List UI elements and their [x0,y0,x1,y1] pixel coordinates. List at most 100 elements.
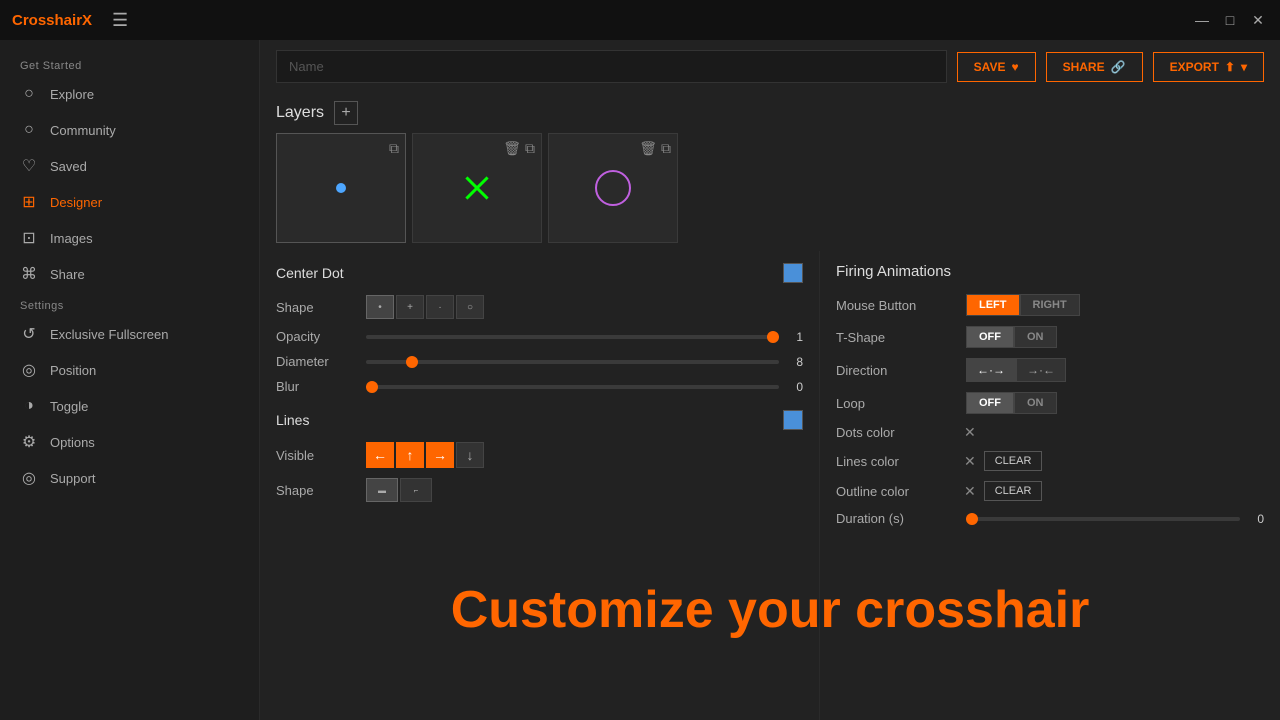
layer-copy-icon[interactable]: ⧉ [389,140,399,157]
sidebar-item-images[interactable]: ⊡ Images [0,220,259,256]
blur-slider[interactable] [366,385,779,389]
direction-row: Direction ←·→ →·← [836,358,1264,382]
fullscreen-icon: ↺ [20,325,38,343]
sidebar-item-position[interactable]: ◎ Position [0,352,259,388]
bottom-panels: Customize your crosshair Center Dot Shap… [260,251,1280,720]
add-layer-button[interactable]: + [334,101,358,125]
link-icon: 🔗 [1111,60,1126,74]
opacity-slider[interactable] [366,335,779,339]
loop-off-button[interactable]: OFF [966,392,1014,414]
lines-header: Lines [276,410,803,430]
layer-card-dot[interactable]: ⧉ [276,133,406,243]
sidebar-item-exclusive-fullscreen[interactable]: ↺ Exclusive Fullscreen [0,316,259,352]
shape-small-dot[interactable]: · [426,295,454,319]
tshape-toggle: OFF ON [966,326,1057,348]
direction-toggle: ←·→ →·← [966,358,1066,382]
sidebar-item-community[interactable]: ○ Community [0,112,259,148]
dots-color-x-icon[interactable]: ✕ [964,424,976,441]
sidebar-item-label: Options [50,435,95,450]
lines-color-x-icon[interactable]: ✕ [964,453,976,470]
heart-icon: ♥ [1011,60,1018,74]
layers-list: ⧉ 🗑 ⧉ 🗑 ⧉ [276,133,1264,243]
lines-color-clear-button[interactable]: CLEAR [984,451,1043,471]
sidebar-item-share[interactable]: ⌘ Share [0,256,259,292]
center-dot-color-swatch[interactable] [783,263,803,283]
sidebar-item-label: Position [50,363,96,378]
lines-color-row: Lines color ✕ CLEAR [836,451,1264,471]
layer-actions-3: 🗑 ⧉ [639,140,671,157]
sidebar-item-options[interactable]: ⚙ Options [0,424,259,460]
opacity-slider-container: 1 [366,330,803,344]
duration-value: 0 [1248,512,1264,526]
tshape-row: T-Shape OFF ON [836,326,1264,348]
layer-card-circle[interactable]: 🗑 ⧉ [548,133,678,243]
line-shape-other[interactable]: ⌐ [400,478,432,502]
mouse-left-button[interactable]: LEFT [966,294,1020,316]
sidebar-section-get-started: Get Started [0,52,259,76]
arrow-right-btn[interactable]: → [426,442,454,468]
blur-slider-container: 0 [366,380,803,394]
tshape-off-button[interactable]: OFF [966,326,1014,348]
maximize-button[interactable]: □ [1220,10,1240,30]
explore-icon: ○ [20,85,38,103]
export-icon: ⬆ [1225,60,1235,74]
sidebar-item-designer[interactable]: ⊞ Designer [0,184,259,220]
center-dot-section: Center Dot Shape • + · ○ Opacity [276,263,803,394]
layer-trash-icon[interactable]: 🗑 [503,140,521,157]
layer-copy-icon-2[interactable]: ⧉ [525,140,535,157]
export-button[interactable]: EXPORT ⬆ ▾ [1153,52,1264,82]
sidebar-item-saved[interactable]: ♡ Saved [0,148,259,184]
outline-color-clear-button[interactable]: CLEAR [984,481,1043,501]
left-panel: Center Dot Shape • + · ○ Opacity [260,251,820,720]
arrow-left-btn[interactable]: ← [366,442,394,468]
main-layout: Get Started ○ Explore ○ Community ♡ Save… [0,40,1280,720]
arrow-up-btn[interactable]: ↑ [396,442,424,468]
lines-color-swatch[interactable] [783,410,803,430]
sidebar-item-explore[interactable]: ○ Explore [0,76,259,112]
name-input[interactable] [276,50,947,83]
duration-slider[interactable] [966,517,1240,521]
crosshair-dot-preview [336,183,346,193]
share-icon: ⌘ [20,265,38,283]
menu-icon[interactable]: ☰ [112,10,128,31]
diameter-label: Diameter [276,354,356,369]
center-dot-header: Center Dot [276,263,803,283]
sidebar-item-label: Exclusive Fullscreen [50,327,169,342]
line-shape-rect[interactable]: ▬ [366,478,398,502]
layer-card-x[interactable]: 🗑 ⧉ [412,133,542,243]
shape-dot[interactable]: • [366,295,394,319]
sidebar-item-label: Saved [50,159,87,174]
blur-value: 0 [787,380,803,394]
shape-plus[interactable]: + [396,295,424,319]
duration-label: Duration (s) [836,511,956,526]
save-button[interactable]: SAVE ♥ [957,52,1036,82]
blur-label: Blur [276,379,356,394]
visible-label: Visible [276,448,356,463]
outline-color-row: Outline color ✕ CLEAR [836,481,1264,501]
shape-options: • + · ○ [366,295,484,319]
community-icon: ○ [20,121,38,139]
lines-color-label: Lines color [836,454,956,469]
outline-color-x-icon[interactable]: ✕ [964,483,976,500]
diameter-slider[interactable] [366,360,779,364]
direction-contract[interactable]: →·← [1016,358,1066,382]
mouse-right-button[interactable]: RIGHT [1020,294,1080,316]
loop-on-button[interactable]: ON [1014,392,1057,414]
lines-shape-row: Shape ▬ ⌐ [276,478,803,502]
sidebar-item-support[interactable]: ◎ Support [0,460,259,496]
layer-copy-icon-3[interactable]: ⧉ [661,140,671,157]
layer-trash-icon-2[interactable]: 🗑 [639,140,657,157]
share-button[interactable]: SHARE 🔗 [1046,52,1143,82]
sidebar-item-toggle[interactable]: ◑ Toggle [0,388,259,424]
layers-title: Layers [276,104,324,122]
close-button[interactable]: ✕ [1248,10,1268,30]
dots-color-row: Dots color ✕ [836,424,1264,441]
tshape-on-button[interactable]: ON [1014,326,1057,348]
shape-circle[interactable]: ○ [456,295,484,319]
sidebar-item-label: Designer [50,195,102,210]
chevron-down-icon: ▾ [1241,60,1247,74]
layer-actions-2: 🗑 ⧉ [503,140,535,157]
minimize-button[interactable]: — [1192,10,1212,30]
arrow-down-btn[interactable]: ↓ [456,442,484,468]
direction-expand[interactable]: ←·→ [966,358,1016,382]
